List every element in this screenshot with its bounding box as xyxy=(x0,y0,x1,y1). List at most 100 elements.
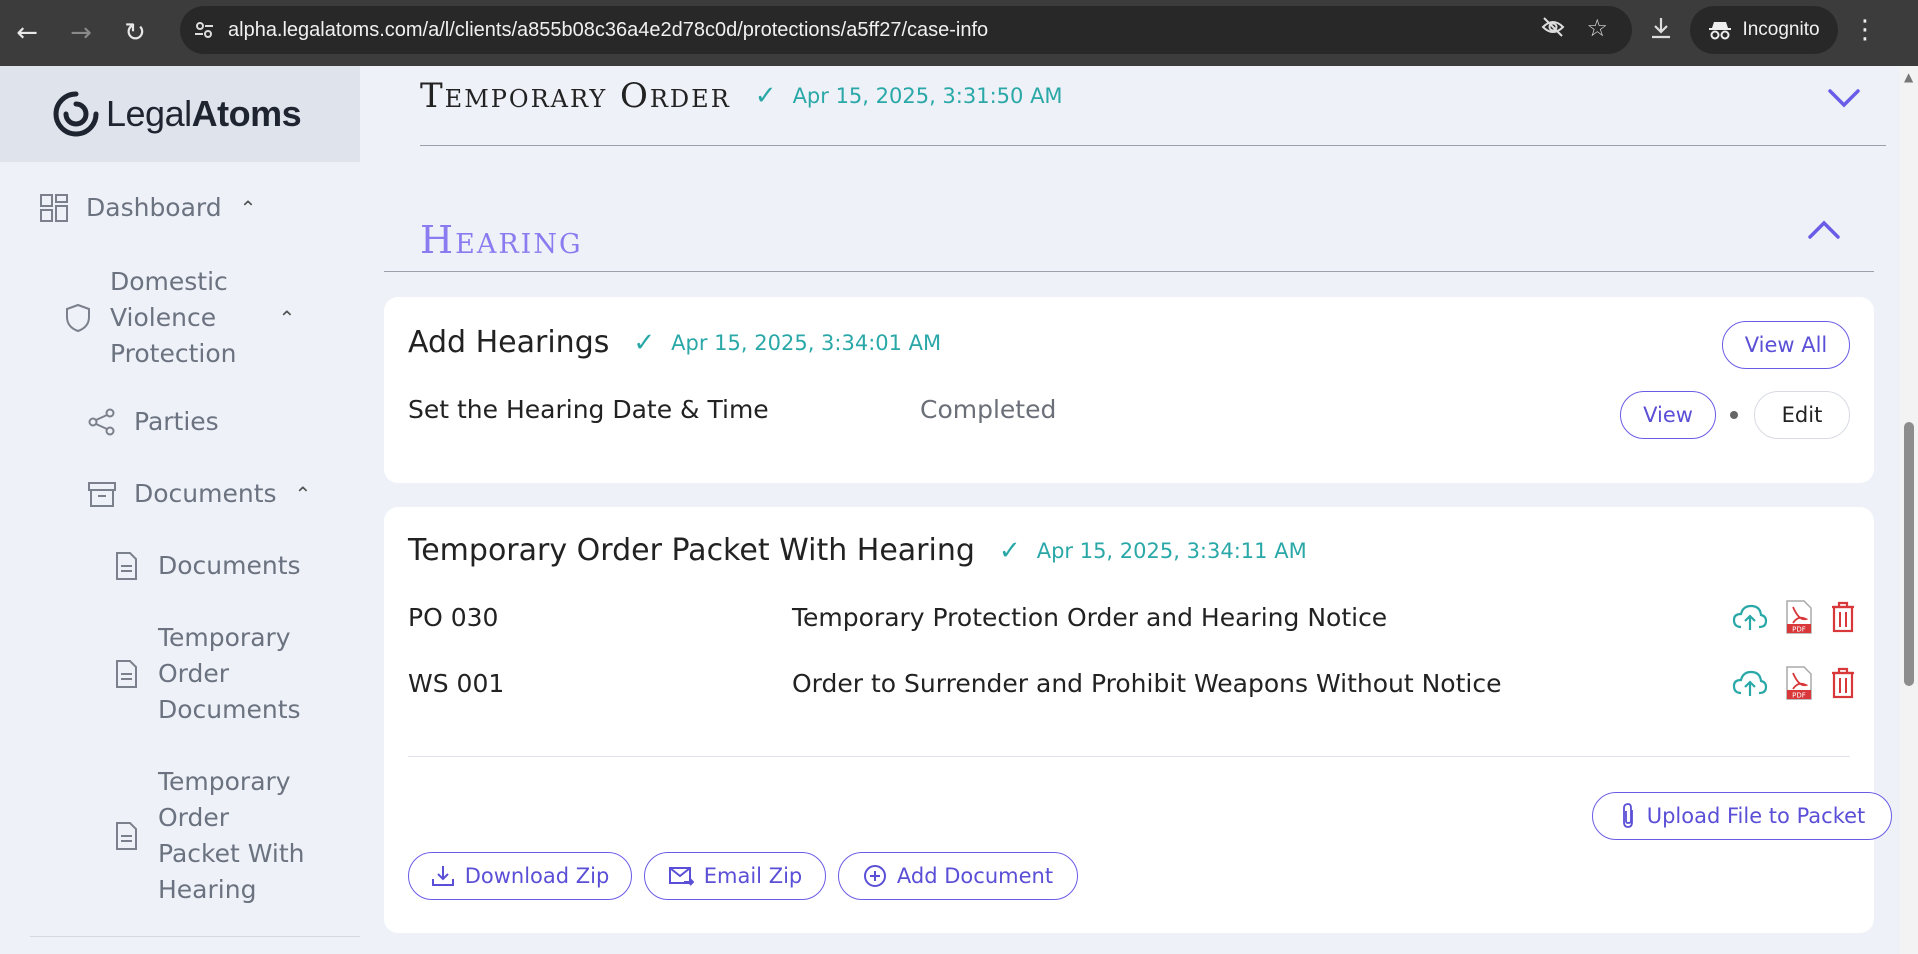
sidebar-item-label: Domestic xyxy=(110,267,228,296)
sidebar-item-label: Order xyxy=(158,659,230,688)
button-label: Download Zip xyxy=(464,864,610,888)
download-icon xyxy=(431,866,454,886)
archive-box-icon xyxy=(88,482,116,507)
logo-text-light: Legal xyxy=(106,93,192,134)
view-all-button[interactable]: View All xyxy=(1722,321,1850,369)
add-document-button[interactable]: Add Document xyxy=(838,852,1078,900)
section-hearing[interactable]: Hearing xyxy=(384,206,1874,272)
add-hearings-card: Add Hearings ✓ Apr 15, 2025, 3:34:01 AM … xyxy=(384,297,1874,483)
sidebar-item-label: Parties xyxy=(134,407,219,436)
hearing-row-label: Set the Hearing Date & Time xyxy=(408,395,769,424)
forward-button[interactable]: → xyxy=(54,6,108,60)
document-name[interactable]: Temporary Protection Order and Hearing N… xyxy=(792,603,1387,632)
pdf-icon[interactable]: PDF xyxy=(1784,599,1814,639)
chevron-down-icon[interactable] xyxy=(1826,80,1862,120)
temporary-order-packet-card: Temporary Order Packet With Hearing ✓ Ap… xyxy=(384,507,1892,933)
pdf-icon-label: PDF xyxy=(1792,692,1806,700)
sidebar-item-documents-group[interactable]: Documents ⌃ xyxy=(86,476,311,512)
sidebar-item-label: Temporary xyxy=(158,767,291,796)
url-text[interactable]: alpha.legalatoms.com/a/l/clients/a855b08… xyxy=(228,19,1540,42)
mail-forward-icon xyxy=(668,867,694,886)
upload-file-to-packet-button[interactable]: Upload File to Packet xyxy=(1592,792,1892,840)
section-temporary-order[interactable]: Temporary Order ✓ Apr 15, 2025, 3:31:50 … xyxy=(420,66,1886,146)
scrollbar-thumb[interactable] xyxy=(1904,422,1914,686)
plus-circle-icon xyxy=(863,865,886,887)
sidebar-item-label: Temporary xyxy=(158,623,291,652)
cloud-upload-icon[interactable] xyxy=(1732,669,1768,703)
sidebar-item-parties[interactable]: Parties xyxy=(86,404,219,440)
shield-icon xyxy=(66,303,90,333)
sidebar-item-dashboard[interactable]: Dashboard ⌃ xyxy=(38,190,256,226)
chevron-up-icon[interactable]: ⌃ xyxy=(240,190,257,226)
sidebar-divider xyxy=(30,936,360,937)
document-icon xyxy=(116,822,137,850)
document-name[interactable]: Order to Surrender and Prohibit Weapons … xyxy=(792,669,1501,698)
view-button[interactable]: View xyxy=(1620,391,1716,439)
sidebar-item-label: Documents xyxy=(158,695,301,724)
sidebar-item-documents[interactable]: Documents xyxy=(110,548,301,584)
timestamp: Apr 15, 2025, 3:34:11 AM xyxy=(1036,538,1307,563)
page-scrollbar[interactable]: ▲ xyxy=(1900,66,1918,954)
document-code: WS 001 xyxy=(408,669,505,698)
trash-icon[interactable] xyxy=(1830,601,1856,637)
more-menu-icon[interactable]: ⋮ xyxy=(1852,15,1878,45)
trash-icon[interactable] xyxy=(1830,667,1856,703)
button-label: Upload File to Packet xyxy=(1646,804,1866,828)
chevron-up-icon[interactable] xyxy=(1806,210,1842,250)
download-zip-button[interactable]: Download Zip xyxy=(408,852,632,900)
sidebar-item-label: Hearing xyxy=(158,875,257,904)
sidebar-item-temporary-order-documents[interactable]: Temporary Order Documents xyxy=(110,620,301,728)
forward-arrow-icon: → xyxy=(70,18,92,48)
email-zip-button[interactable]: Email Zip xyxy=(644,852,826,900)
incognito-badge[interactable]: Incognito xyxy=(1690,6,1838,54)
check-icon: ✓ xyxy=(633,327,656,358)
scroll-up-arrow-icon[interactable]: ▲ xyxy=(1904,70,1913,84)
address-bar[interactable]: alpha.legalatoms.com/a/l/clients/a855b08… xyxy=(180,6,1632,54)
chevron-up-icon[interactable]: ⌃ xyxy=(278,300,295,336)
reload-button[interactable]: ↻ xyxy=(108,6,162,60)
sidebar-item-temporary-order-packet[interactable]: Temporary Order Packet With Hearing xyxy=(110,764,305,908)
eye-off-icon[interactable] xyxy=(1540,14,1566,46)
download-icon[interactable] xyxy=(1648,15,1674,45)
back-button[interactable]: ← xyxy=(0,6,54,60)
card-title: Add Hearings xyxy=(408,325,610,360)
document-icon xyxy=(116,660,137,688)
card-title: Temporary Order Packet With Hearing xyxy=(408,533,975,568)
sidebar-item-label: Protection xyxy=(110,339,237,368)
legalatoms-logo-icon xyxy=(53,91,99,137)
dashboard-grid-icon xyxy=(40,194,68,222)
share-nodes-icon xyxy=(88,408,115,436)
check-icon: ✓ xyxy=(998,535,1021,566)
timestamp: Apr 15, 2025, 3:31:50 AM xyxy=(792,84,1063,108)
document-code: PO 030 xyxy=(408,603,499,632)
logo-text-bold: Atoms xyxy=(191,93,302,134)
site-settings-icon[interactable] xyxy=(180,19,228,41)
chevron-up-icon[interactable]: ⌃ xyxy=(295,476,312,512)
logo[interactable]: LegalAtoms xyxy=(0,66,360,162)
star-icon[interactable]: ☆ xyxy=(1586,14,1608,46)
pdf-icon-label: PDF xyxy=(1792,626,1806,634)
separator-dot xyxy=(1730,411,1738,419)
edit-button[interactable]: Edit xyxy=(1754,391,1850,439)
packet-divider xyxy=(408,756,1850,757)
cloud-upload-icon[interactable] xyxy=(1732,603,1768,637)
sidebar-item-label: Documents xyxy=(134,479,277,508)
main-content: Temporary Order ✓ Apr 15, 2025, 3:31:50 … xyxy=(360,66,1900,954)
hearing-row-status: Completed xyxy=(920,395,1057,424)
button-label: Add Document xyxy=(896,864,1054,888)
sidebar-item-label: Order xyxy=(158,803,230,832)
incognito-icon xyxy=(1709,22,1732,40)
paperclip-icon xyxy=(1622,803,1633,828)
check-icon: ✓ xyxy=(754,81,777,111)
section-title: Temporary Order xyxy=(420,76,731,116)
sidebar: LegalAtoms Dashboard ⌃ Domestic Violence… xyxy=(0,66,360,954)
button-label: Email Zip xyxy=(703,864,803,888)
timestamp: Apr 15, 2025, 3:34:01 AM xyxy=(671,330,942,355)
document-icon xyxy=(116,552,137,580)
browser-toolbar: ← → ↻ alpha.legalatoms.com/a/l/clients/a… xyxy=(0,0,1918,66)
sidebar-item-label: Documents xyxy=(158,551,301,580)
sidebar-item-label: Dashboard xyxy=(86,193,222,222)
pdf-icon[interactable]: PDF xyxy=(1784,665,1814,705)
sidebar-item-domestic-violence-protection[interactable]: Domestic Violence Protection ⌃ xyxy=(62,264,295,372)
incognito-label: Incognito xyxy=(1742,19,1820,40)
